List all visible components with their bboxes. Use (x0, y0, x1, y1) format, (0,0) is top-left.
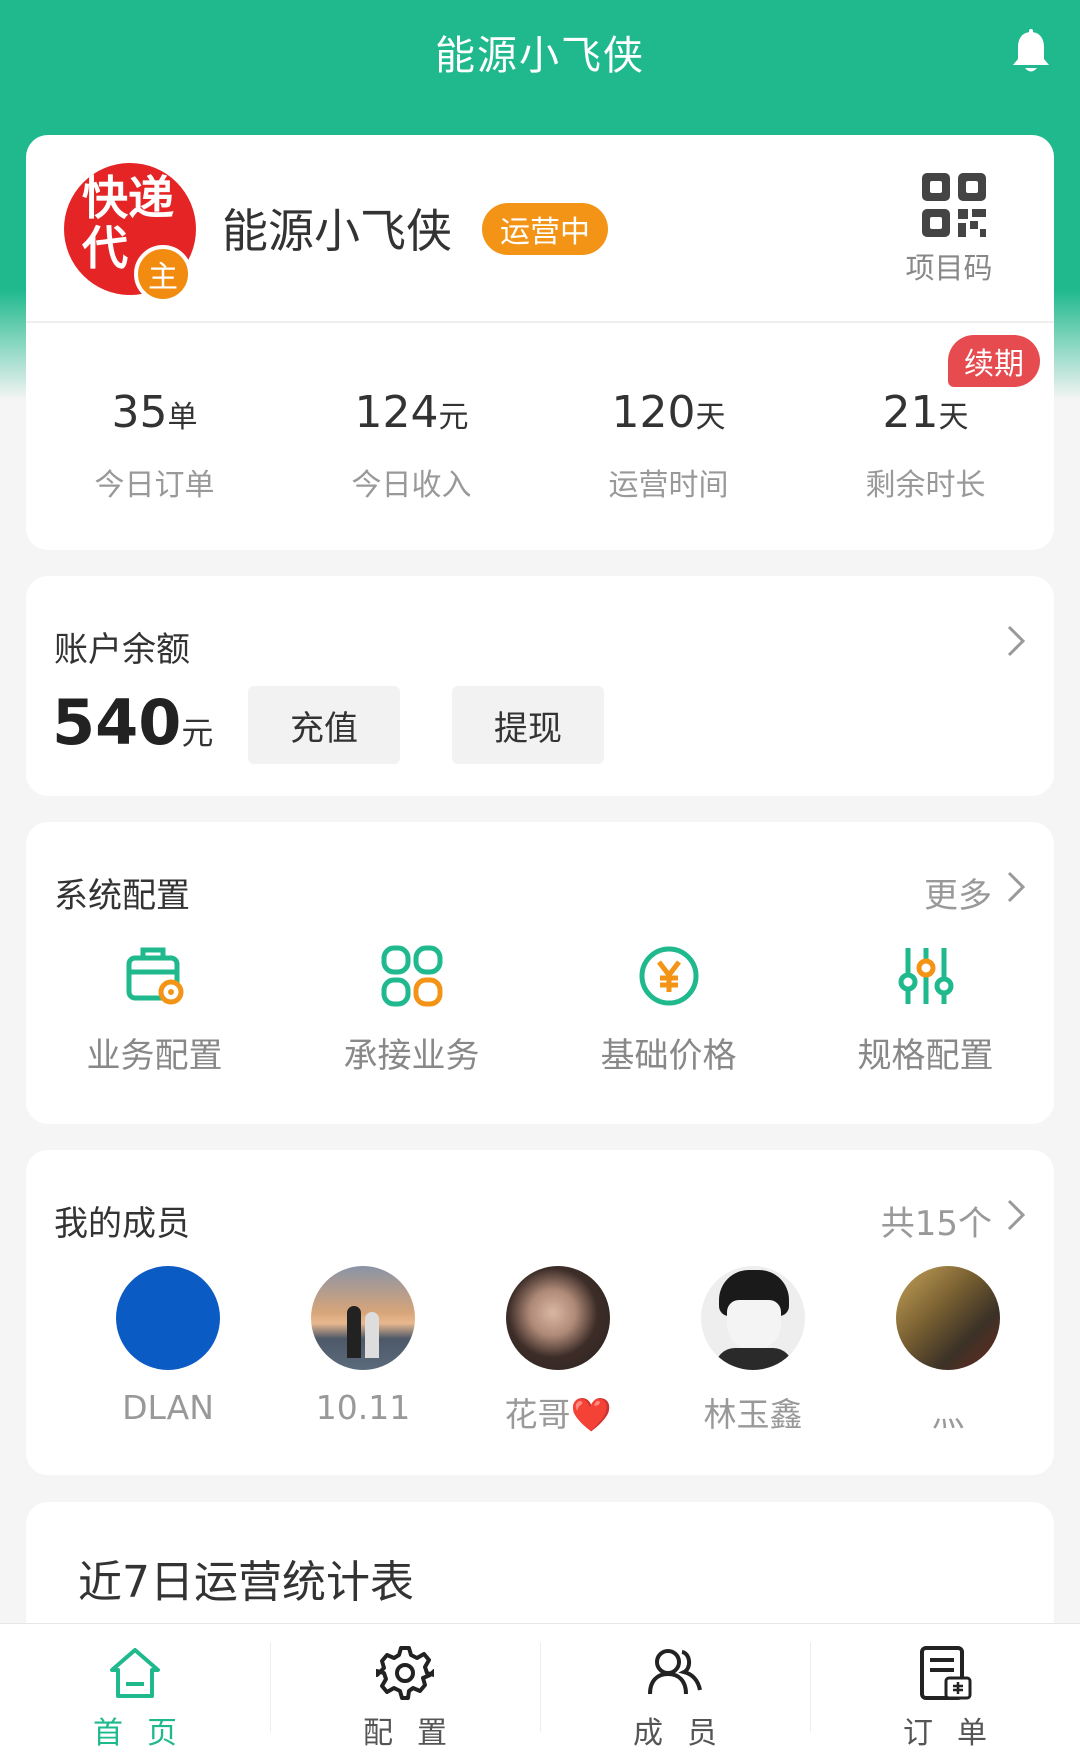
stat-today-income[interactable]: 124元 今日收入 (283, 323, 540, 548)
config-item-spec[interactable]: 规格配置 (797, 942, 1054, 1077)
stat-unit: 天 (938, 400, 969, 435)
grid-label: 承接业务 (343, 1036, 480, 1076)
gear-icon (376, 1646, 434, 1700)
stat-today-orders[interactable]: 35单 今日订单 (26, 323, 283, 548)
order-receipt-icon (920, 1646, 972, 1700)
profile-card: 快递 代 主 能源小飞侠 运营中 项目码 35单 今日订单 124元 今日收入 … (26, 135, 1054, 550)
balance-amount: 540元 (52, 686, 213, 759)
owner-badge: 主 (134, 245, 192, 303)
member-item[interactable]: 灬 (873, 1266, 1023, 1436)
withdraw-button[interactable]: 提现 (452, 686, 604, 764)
tab-label: 订单 (903, 1716, 1011, 1751)
stat-value: 35 (111, 387, 168, 438)
members-title: 我的成员 (54, 1204, 190, 1244)
member-name: DLAN (122, 1388, 214, 1427)
members-count-link[interactable]: 共15个 (881, 1196, 992, 1245)
profile-header: 快递 代 主 能源小飞侠 运营中 项目码 (26, 135, 1054, 323)
balance-unit: 元 (181, 714, 214, 752)
stat-label: 剩余时长 (865, 468, 986, 503)
logo-text-line1: 快递 (82, 171, 174, 225)
config-title: 系统配置 (54, 876, 190, 916)
avatar (896, 1266, 1000, 1370)
stat-label: 运营时间 (608, 468, 729, 503)
tab-label: 成员 (633, 1716, 741, 1751)
member-item[interactable]: 10.11 (288, 1266, 438, 1427)
bell-icon[interactable] (1010, 28, 1052, 76)
member-name: 林玉鑫 (703, 1395, 803, 1434)
stat-unit: 天 (695, 400, 726, 435)
member-item[interactable]: 林玉鑫 (678, 1266, 828, 1436)
renew-button[interactable]: 续期 (948, 335, 1040, 387)
grid-label: 规格配置 (857, 1036, 994, 1076)
sliders-icon (898, 948, 953, 1004)
member-list: DLAN 10.11 花哥❤️ 林玉鑫 灬 (26, 1266, 1054, 1446)
qr-label: 项目码 (905, 251, 993, 285)
balance-card[interactable]: 账户余额 540元 充值 提现 (26, 576, 1054, 796)
avatar (311, 1266, 415, 1370)
qr-code-icon (922, 173, 986, 237)
member-item[interactable]: DLAN (93, 1266, 243, 1427)
chevron-right-icon[interactable] (1006, 1198, 1026, 1232)
balance-value: 540 (52, 686, 182, 759)
config-item-business[interactable]: 业务配置 (26, 942, 283, 1077)
tab-label: 配置 (363, 1716, 471, 1751)
stat-value: 120 (611, 387, 696, 438)
chevron-right-icon[interactable] (1006, 870, 1026, 904)
chevron-right-icon[interactable] (1006, 624, 1026, 658)
member-name: 10.11 (315, 1388, 411, 1427)
tab-orders[interactable]: 订单 (810, 1624, 1080, 1753)
config-item-base-price[interactable]: 基础价格 (540, 942, 797, 1077)
stat-value: 21 (882, 387, 939, 438)
config-more-link[interactable]: 更多 (924, 868, 992, 917)
stat-value: 124 (354, 387, 439, 438)
config-item-undertake[interactable]: 承接业务 (283, 942, 540, 1077)
member-name: 灬 (931, 1395, 965, 1434)
avatar (116, 1266, 220, 1370)
bottom-tab-bar: 首页 配置 成员 订单 (0, 1623, 1080, 1753)
tab-label: 首页 (93, 1716, 201, 1751)
page-title: 能源小飞侠 (435, 33, 645, 79)
project-name: 能源小飞侠 (222, 204, 452, 258)
tab-home[interactable]: 首页 (0, 1624, 270, 1753)
stat-unit: 元 (438, 400, 469, 435)
system-config-card: 系统配置 更多 业务配置 承接业务 基础价格 规格配置 (26, 822, 1054, 1124)
stat-unit: 单 (167, 400, 198, 435)
stat-operating-time[interactable]: 120天 运营时间 (540, 323, 797, 548)
config-grid: 业务配置 承接业务 基础价格 规格配置 (26, 942, 1054, 1077)
stat-label: 今日订单 (94, 468, 215, 503)
tab-config[interactable]: 配置 (270, 1624, 540, 1753)
tab-members[interactable]: 成员 (540, 1624, 810, 1753)
grid-label: 基础价格 (600, 1036, 737, 1076)
grid-label: 业务配置 (86, 1036, 223, 1076)
weekly-stats-title: 近7日运营统计表 (78, 1557, 414, 1608)
member-item[interactable]: 花哥❤️ (483, 1266, 633, 1436)
recharge-button[interactable]: 充值 (248, 686, 400, 764)
balance-title: 账户余额 (54, 630, 190, 670)
apps-grid-icon (381, 945, 442, 1007)
project-qr-button[interactable]: 项目码 (905, 171, 1000, 287)
home-icon (110, 1648, 160, 1698)
status-badge: 运营中 (482, 203, 608, 255)
avatar (701, 1266, 805, 1370)
yen-coin-icon (639, 946, 698, 1006)
member-name: 花哥❤️ (504, 1395, 612, 1434)
briefcase-settings-icon (126, 947, 183, 1005)
app-header: 能源小飞侠 (0, 0, 1080, 104)
stats-row: 35单 今日订单 124元 今日收入 120天 运营时间 21天 剩余时长 续期 (26, 323, 1054, 548)
avatar (506, 1266, 610, 1370)
stat-label: 今日收入 (351, 468, 472, 503)
users-icon (648, 1649, 702, 1695)
members-card: 我的成员 共15个 DLAN 10.11 花哥❤️ 林玉鑫 灬 (26, 1150, 1054, 1475)
